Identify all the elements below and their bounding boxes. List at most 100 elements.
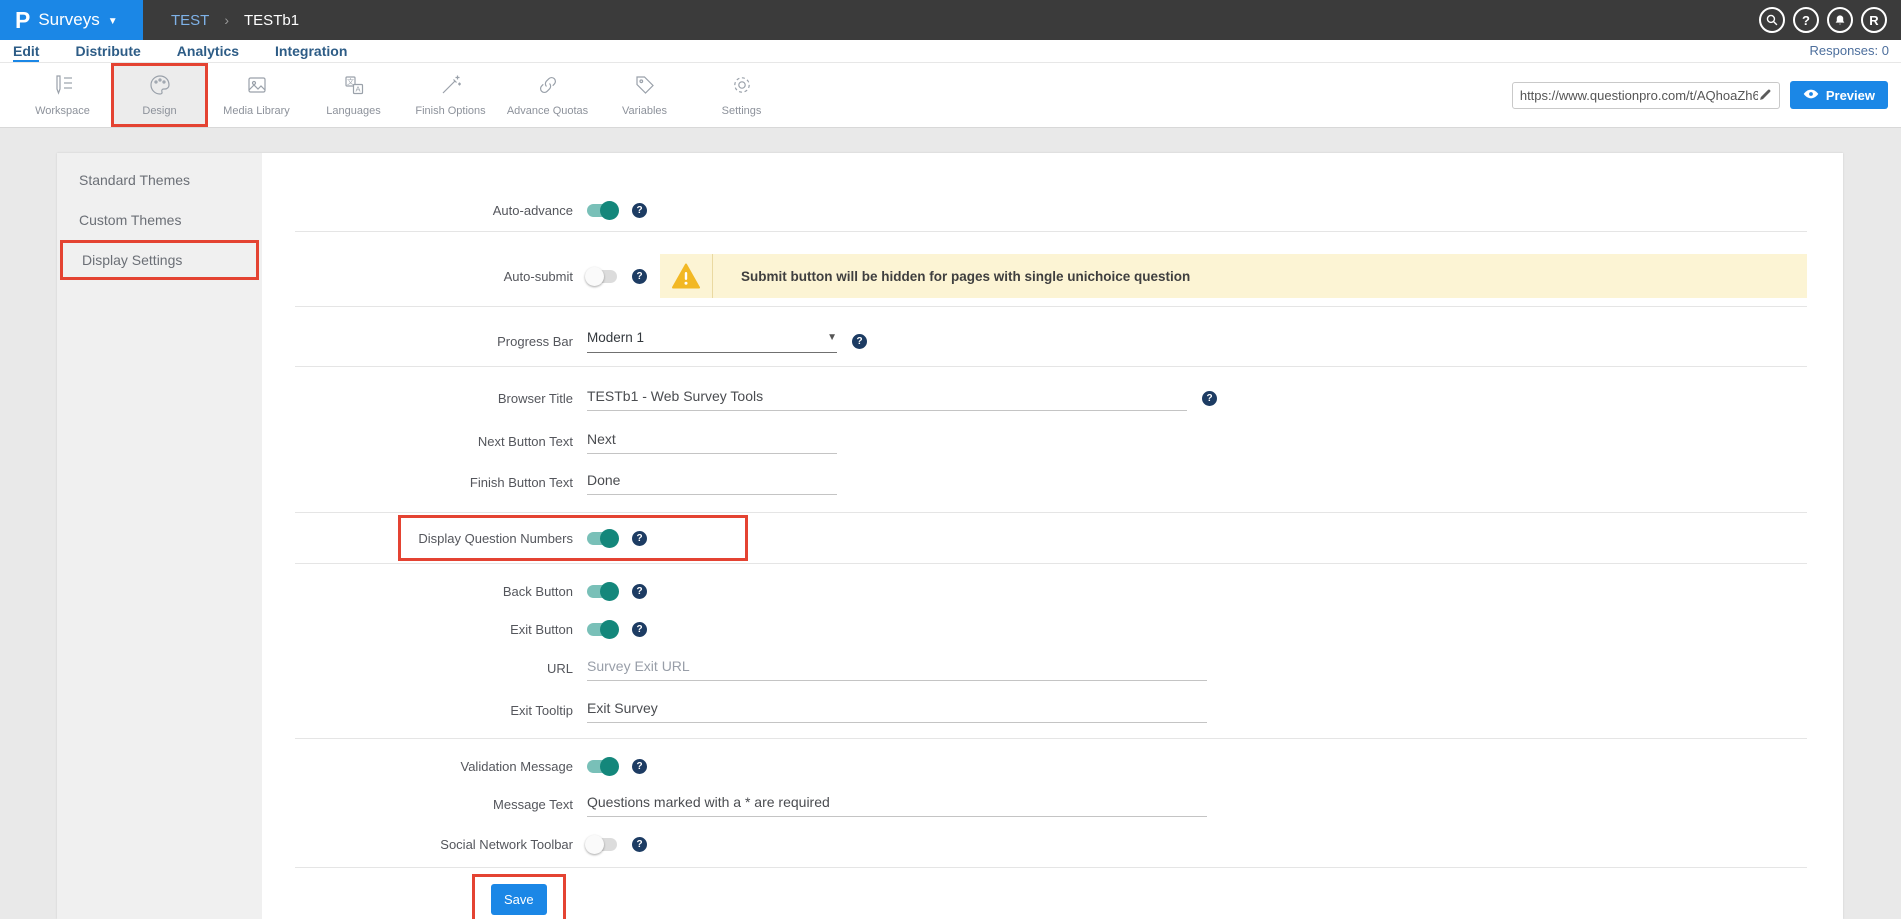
browser-title-input[interactable]: [587, 386, 1187, 411]
back-button-label: Back Button: [295, 584, 573, 599]
toolbar-item-finish-options[interactable]: Finish Options: [402, 63, 499, 127]
finish-button-text-label: Finish Button Text: [295, 475, 573, 490]
eye-icon: [1803, 88, 1819, 103]
toolbar-item-languages[interactable]: 文A Languages: [305, 63, 402, 127]
back-button-toggle[interactable]: [587, 585, 617, 598]
design-sidebar: Standard Themes Custom Themes Display Se…: [57, 153, 262, 919]
validation-message-row: Validation Message ?: [295, 751, 1807, 781]
social-network-toolbar-label: Social Network Toolbar: [295, 837, 573, 852]
display-settings-panel: Auto-advance ? Auto-submit ? Submit butt…: [262, 153, 1843, 919]
exit-button-toggle[interactable]: [587, 623, 617, 636]
surveys-menu[interactable]: P Surveys ▼: [0, 0, 143, 40]
toolbar-item-advance-quotas[interactable]: Advance Quotas: [499, 63, 596, 127]
next-button-text-label: Next Button Text: [295, 434, 573, 449]
browser-title-label: Browser Title: [295, 391, 573, 406]
svg-text:A: A: [355, 85, 360, 94]
survey-url-input[interactable]: [1520, 88, 1758, 103]
edit-toolbar: Workspace Design Media Library 文A Langua…: [0, 63, 1901, 128]
exit-button-row: Exit Button ?: [295, 614, 1807, 644]
auto-submit-toggle[interactable]: [587, 270, 617, 283]
search-icon[interactable]: [1759, 7, 1785, 33]
exit-url-input[interactable]: [587, 656, 1207, 681]
sidebar-item-display-settings[interactable]: Display Settings: [60, 240, 259, 280]
sidebar-item-custom-themes[interactable]: Custom Themes: [57, 200, 262, 240]
exit-tooltip-row: Exit Tooltip: [295, 695, 1807, 725]
tab-edit[interactable]: Edit: [13, 43, 39, 62]
design-settings-card: Standard Themes Custom Themes Display Se…: [57, 153, 1843, 919]
social-network-toolbar-row: Social Network Toolbar ?: [295, 829, 1807, 859]
preview-button[interactable]: Preview: [1790, 81, 1888, 109]
responses-count: Responses: 0: [1810, 43, 1890, 62]
help-circle-icon[interactable]: ?: [1793, 7, 1819, 33]
toolbar-item-workspace[interactable]: Workspace: [14, 63, 111, 127]
settings-icon: [730, 73, 754, 100]
auto-submit-row: Auto-submit ? Submit button will be hidd…: [295, 254, 1807, 298]
finish-options-icon: [439, 73, 463, 100]
exit-tooltip-label: Exit Tooltip: [295, 703, 573, 718]
tab-analytics[interactable]: Analytics: [177, 43, 239, 62]
design-palette-icon: [148, 73, 172, 100]
progress-bar-help-icon[interactable]: ?: [852, 334, 867, 349]
message-text-row: Message Text: [295, 789, 1807, 819]
display-question-numbers-toggle[interactable]: [587, 532, 617, 545]
save-button[interactable]: Save: [491, 884, 547, 915]
sidebar-item-standard-themes[interactable]: Standard Themes: [57, 160, 262, 200]
top-right-icons: ? R: [1759, 7, 1887, 33]
svg-text:文: 文: [347, 77, 354, 86]
browser-title-help-icon[interactable]: ?: [1202, 391, 1217, 406]
back-button-help-icon[interactable]: ?: [632, 584, 647, 599]
advance-quotas-icon: [536, 73, 560, 100]
progress-bar-label: Progress Bar: [295, 334, 573, 349]
survey-url-box: [1512, 82, 1780, 109]
auto-advance-label: Auto-advance: [295, 203, 573, 218]
exit-button-help-icon[interactable]: ?: [632, 622, 647, 637]
product-name: Surveys: [38, 10, 99, 30]
questionpro-logo: P: [15, 9, 30, 32]
divider: [295, 512, 1807, 513]
progress-bar-row: Progress Bar Modern 1 ▼ ?: [295, 326, 1807, 356]
auto-advance-toggle[interactable]: [587, 204, 617, 217]
breadcrumb-parent[interactable]: TEST: [171, 12, 209, 29]
chevron-down-icon: ▼: [108, 16, 118, 27]
auto-submit-help-icon[interactable]: ?: [632, 269, 647, 284]
tab-distribute[interactable]: Distribute: [75, 43, 140, 62]
social-network-toolbar-help-icon[interactable]: ?: [632, 837, 647, 852]
warning-text: Submit button will be hidden for pages w…: [713, 254, 1190, 298]
divider: [295, 231, 1807, 232]
social-network-toolbar-toggle[interactable]: [587, 838, 617, 851]
validation-message-help-icon[interactable]: ?: [632, 759, 647, 774]
exit-tooltip-input[interactable]: [587, 698, 1207, 723]
next-button-text-input[interactable]: [587, 429, 837, 454]
breadcrumb-separator-icon: ›: [224, 12, 229, 28]
message-text-input[interactable]: [587, 792, 1207, 817]
auto-advance-help-icon[interactable]: ?: [632, 203, 647, 218]
breadcrumb-current: TESTb1: [244, 12, 299, 29]
divider: [295, 867, 1807, 868]
auto-advance-row: Auto-advance ?: [295, 195, 1807, 225]
progress-bar-select[interactable]: Modern 1 ▼: [587, 330, 837, 353]
back-button-row: Back Button ?: [295, 576, 1807, 606]
exit-button-label: Exit Button: [295, 622, 573, 637]
divider: [295, 738, 1807, 739]
tab-integration[interactable]: Integration: [275, 43, 347, 62]
toolbar-item-media-library[interactable]: Media Library: [208, 63, 305, 127]
finish-button-text-input[interactable]: [587, 470, 837, 495]
edit-url-pencil-icon[interactable]: [1758, 88, 1772, 102]
nav-tabs-row: Edit Distribute Analytics Integration Re…: [0, 40, 1901, 63]
exit-url-label: URL: [295, 661, 573, 676]
media-library-icon: [245, 73, 269, 100]
toolbar-item-variables[interactable]: Variables: [596, 63, 693, 127]
top-bar: P Surveys ▼ TEST › TESTb1 ? R: [0, 0, 1901, 40]
auto-submit-label: Auto-submit: [295, 269, 573, 284]
display-question-numbers-help-icon[interactable]: ?: [632, 531, 647, 546]
breadcrumb: TEST › TESTb1: [171, 12, 299, 29]
toolbar-item-settings[interactable]: Settings: [693, 63, 790, 127]
avatar[interactable]: R: [1861, 7, 1887, 33]
toolbar-item-design[interactable]: Design: [111, 63, 208, 127]
validation-message-toggle[interactable]: [587, 760, 617, 773]
notifications-bell-icon[interactable]: [1827, 7, 1853, 33]
variables-icon: [633, 73, 657, 100]
divider: [295, 306, 1807, 307]
progress-bar-selected-value: Modern 1: [587, 330, 644, 345]
divider: [295, 366, 1807, 367]
